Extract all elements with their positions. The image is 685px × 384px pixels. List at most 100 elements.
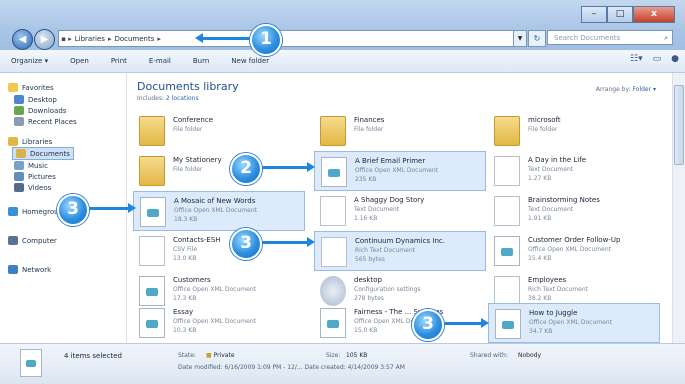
file-type: Rich Text Document [355, 247, 415, 254]
nav-music[interactable]: Music [14, 161, 48, 170]
nav-label: Music [28, 161, 48, 170]
file-name: Contacts-ESH [173, 236, 221, 244]
file-type: Office Open XML Document [173, 286, 256, 293]
organize-button[interactable]: Organize ▾ [0, 57, 59, 65]
desktop-icon [14, 95, 24, 104]
nav-label: Documents [30, 149, 70, 158]
file-size: 15.4 KB [528, 255, 552, 262]
breadcrumb-libraries[interactable]: Libraries [72, 35, 108, 43]
file-size: 13.0 KB [173, 255, 197, 262]
nav-desktop[interactable]: Desktop [14, 95, 57, 104]
file-name: Customers [173, 276, 211, 284]
email-button[interactable]: E-mail [138, 57, 182, 65]
vertical-scrollbar[interactable] [672, 73, 685, 343]
file-tile[interactable]: Customer Order Follow-Up Office Open XML … [488, 231, 660, 271]
preview-pane-icon[interactable]: ▭ [653, 54, 662, 64]
close-button[interactable]: x [633, 6, 675, 23]
minimize-button[interactable]: – [581, 6, 607, 23]
file-name: Brainstorming Notes [528, 196, 600, 204]
word-document-icon [139, 276, 165, 306]
folder-icon [320, 116, 346, 146]
callout-arrow [195, 33, 250, 43]
back-arrow-icon[interactable]: ◀ [12, 29, 33, 50]
rich-text-document-icon [494, 276, 520, 306]
callout-badge: 3 [57, 194, 89, 226]
nav-favorites[interactable]: Favorites [8, 83, 54, 92]
nav-recent-places[interactable]: Recent Places [14, 117, 77, 126]
file-tile[interactable]: Essay Office Open XML Document 10.3 KB [133, 303, 305, 343]
new-folder-button[interactable]: New folder [220, 57, 280, 65]
word-document-icon [495, 309, 521, 339]
state-value: ■ Private [206, 352, 235, 359]
nav-label: Downloads [28, 106, 67, 115]
locations-link[interactable]: 2 locations [166, 95, 199, 102]
libraries-icon [8, 137, 18, 146]
file-size: 17.3 KB [173, 295, 197, 302]
callout-arrow [262, 162, 315, 172]
nav-network[interactable]: Network [8, 265, 51, 274]
file-size: 10.3 KB [173, 327, 197, 334]
file-size: 15.0 KB [354, 327, 378, 334]
file-type: Text Document [528, 166, 574, 173]
lock-icon: ■ [206, 352, 212, 359]
callout-badge: 3 [412, 309, 444, 341]
file-size: 1.91 KB [528, 215, 552, 222]
word-document-icon [321, 157, 347, 187]
breadcrumb-documents[interactable]: Documents [111, 35, 157, 43]
address-bar[interactable]: ▪ ▸ Libraries ▸ Documents ▸ [58, 30, 515, 47]
rich-text-document-icon [321, 237, 347, 267]
text-document-icon [320, 196, 346, 226]
arrange-dropdown[interactable]: Folder ▾ [633, 86, 656, 93]
nav-pictures[interactable]: Pictures [14, 172, 56, 181]
burn-button[interactable]: Burn [182, 57, 220, 65]
search-input[interactable]: Search Documents ⌕ [547, 30, 673, 45]
pictures-icon [14, 172, 24, 181]
file-tile[interactable]: Contacts-ESH CSV File 13.0 KB [133, 231, 305, 271]
file-type: Text Document [528, 206, 574, 213]
nav-label: Desktop [28, 95, 57, 104]
scrollbar-thumb[interactable] [674, 85, 684, 165]
change-view-icon[interactable]: ☷▾ [630, 54, 643, 64]
file-tile[interactable]: microsoft File folder [488, 111, 660, 151]
file-tile-selected[interactable]: How to Juggle Office Open XML Document 34.… [488, 303, 660, 343]
nav-label: Pictures [28, 172, 56, 181]
help-icon[interactable]: ● [671, 54, 679, 64]
file-tile-selected[interactable]: A Brief Email Primer Office Open XML Docu… [314, 151, 486, 191]
file-tile[interactable]: A Shaggy Dog Story Text Document 1.16 KB [314, 191, 486, 231]
open-button[interactable]: Open [59, 57, 100, 65]
folder-icon [139, 116, 165, 146]
refresh-icon[interactable]: ↻ [528, 30, 546, 47]
callout-arrow [262, 237, 315, 247]
file-tile[interactable]: Brainstorming Notes Text Document 1.91 KB [488, 191, 660, 231]
file-tile[interactable]: A Day in the Life Text Document 1.27 KB [488, 151, 660, 191]
file-name: My Stationery [173, 156, 222, 164]
print-button[interactable]: Print [100, 57, 138, 65]
file-tile-selected[interactable]: Continuum Dynamics Inc. Rich Text Documen… [314, 231, 486, 271]
file-tile-selected[interactable]: A Mosaic of New Words Office Open XML Doc… [133, 191, 305, 231]
recent-places-icon [14, 117, 24, 126]
callout-badge: 1 [250, 24, 282, 56]
forward-arrow-icon[interactable]: ▶ [34, 29, 55, 50]
nav-downloads[interactable]: Downloads [14, 106, 66, 115]
file-tile[interactable]: My Stationery File folder [133, 151, 305, 191]
file-name: Employees [528, 276, 567, 284]
nav-videos[interactable]: Videos [14, 183, 51, 192]
file-tile[interactable]: Finances File folder [314, 111, 486, 151]
nav-libraries[interactable]: Libraries [8, 137, 52, 146]
file-size: 38.2 KB [528, 295, 552, 302]
address-dropdown-icon[interactable]: ▼ [513, 30, 527, 47]
csv-file-icon [139, 236, 165, 266]
file-type: Office Open XML Document [174, 207, 257, 214]
file-tile[interactable]: Conference File folder [133, 111, 305, 151]
nav-computer[interactable]: Computer [8, 236, 57, 245]
nav-documents[interactable]: Documents [12, 147, 74, 160]
file-size: 1.16 KB [354, 215, 378, 222]
date-info: Date modified: 6/16/2009 1:09 PM - 12/..… [178, 364, 405, 371]
maximize-button[interactable]: □ [607, 6, 633, 23]
word-document-icon [20, 349, 42, 377]
nav-homegroup[interactable]: Homegroup [8, 207, 63, 216]
chevron-right-icon[interactable]: ▸ [157, 35, 161, 43]
file-name: Finances [354, 116, 385, 124]
includes-label: Includes: [137, 95, 164, 102]
nav-label: Network [22, 265, 52, 274]
